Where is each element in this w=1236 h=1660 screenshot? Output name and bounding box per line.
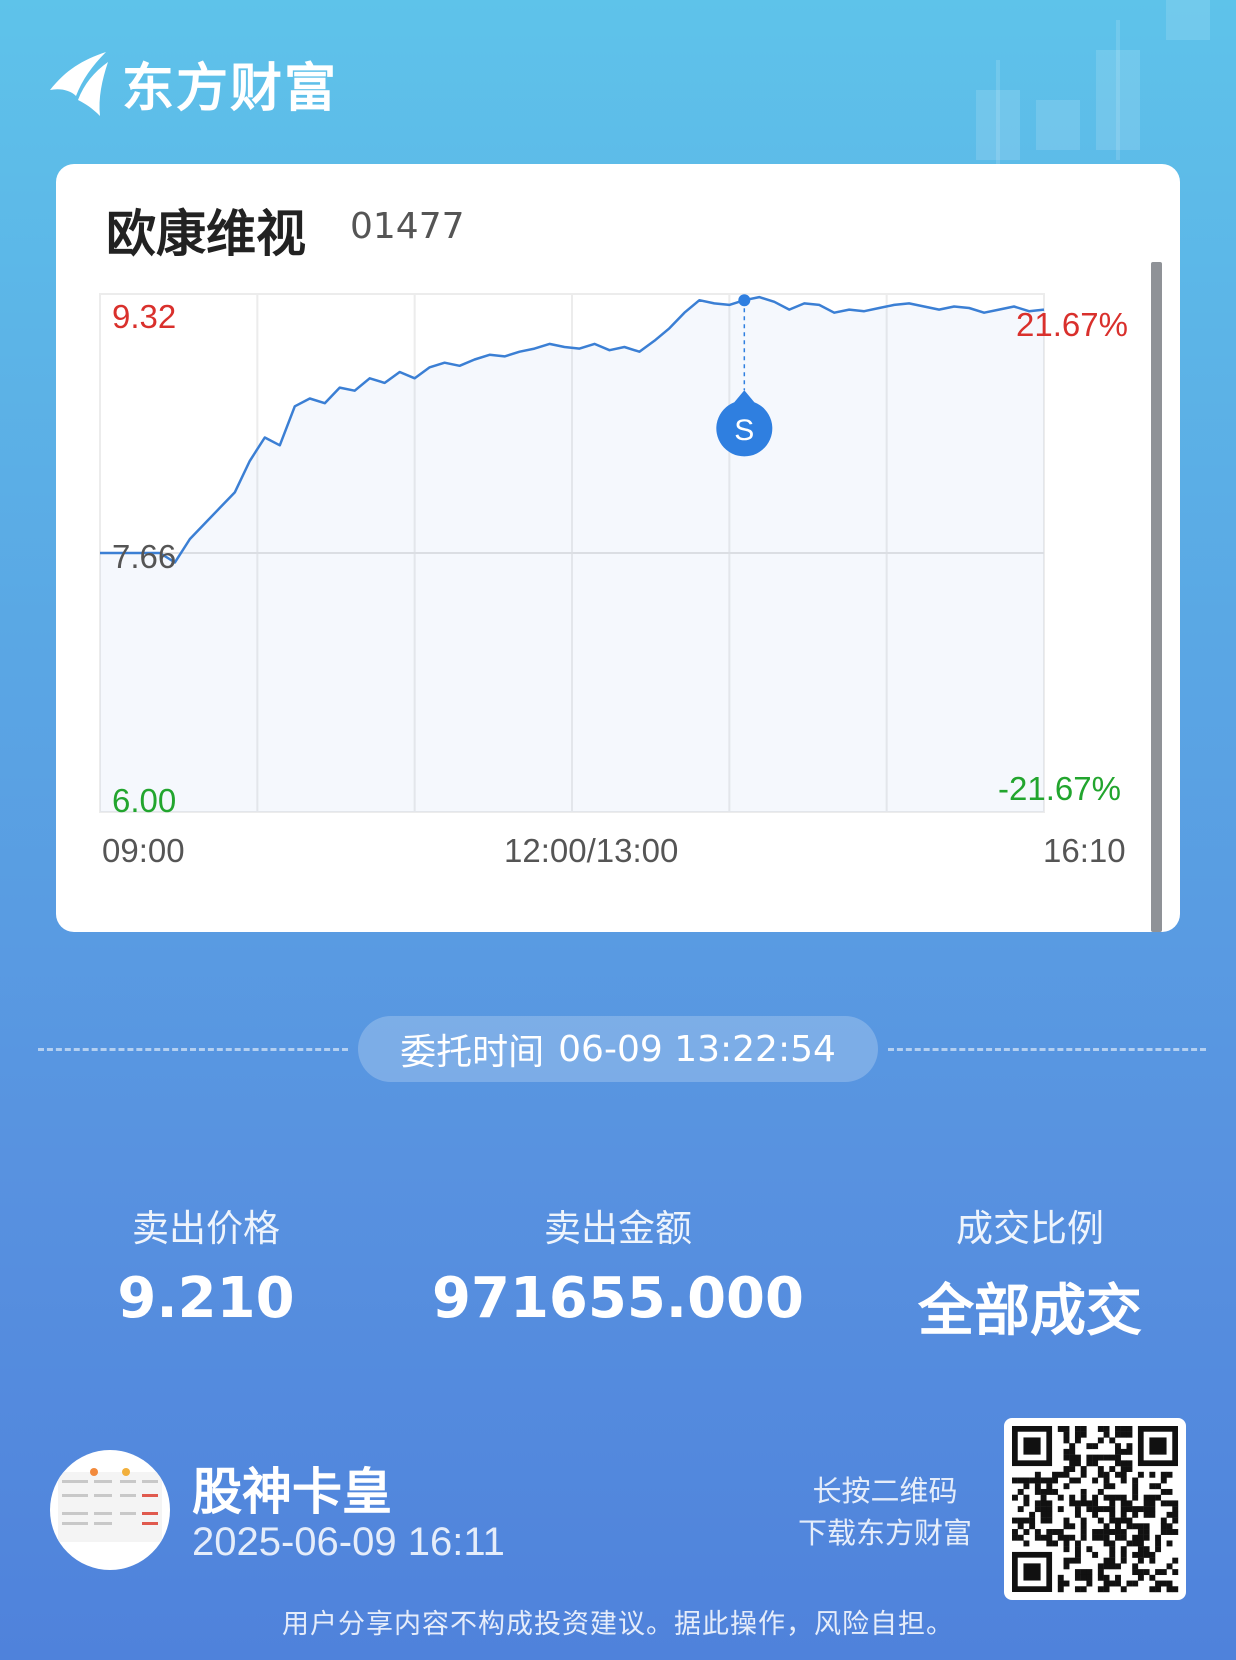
pct-max-label: 21.67% [1016,306,1128,343]
pct-min-label: -21.67% [998,770,1121,807]
avatar[interactable] [50,1450,170,1570]
disclaimer: 用户分享内容不构成投资建议。据此操作，风险自担。 [282,1609,954,1640]
order-time-pill: 委托时间 06-09 13:22:54 [358,1016,878,1082]
x-label-open: 09:00 [102,832,185,869]
y-max-label: 9.32 [112,298,177,335]
stat-value: 971655.000 [432,1266,804,1331]
divider-left [38,1048,348,1051]
y-min-label: 6.00 [112,782,177,819]
y-mid-label: 7.66 [112,538,177,575]
qr-hint: 长按二维码 下载东方财富 [760,1470,1010,1554]
sell-marker-label: S [734,414,754,447]
intraday-chart-card: 欧康维视 01477 S 9.32 7.66 6.00 21.67% -21.6… [56,164,1180,932]
qr-code[interactable] [1004,1418,1186,1600]
share-time: 2025-06-09 16:11 [192,1520,505,1564]
stat-value: 全部成交 [918,1279,1142,1344]
intraday-line-chart: S [99,293,1045,813]
divider-right [888,1048,1206,1051]
order-time-label: 委托时间 [400,1032,545,1073]
avatar-thumbnail-icon [58,1468,162,1542]
stat-fill-ratio: 成交比例 全部成交 [840,1198,1220,1347]
order-time-value: 06-09 13:22:54 [558,1028,836,1070]
stat-label: 成交比例 [956,1207,1104,1250]
stat-sell-amount: 卖出金额 971655.000 [428,1198,808,1331]
stat-label: 卖出金额 [544,1207,692,1250]
qr-hint-line2: 下载东方财富 [797,1516,972,1550]
qr-code-icon [1012,1426,1179,1593]
x-label-midday: 12:00/13:00 [504,832,679,869]
stat-value: 9.210 [117,1266,295,1331]
candlestick-decoration [976,0,1210,170]
brand-name: 东方财富 [122,59,339,119]
brand-logo-icon [50,51,108,116]
price-area [100,297,1044,813]
qr-hint-line1: 长按二维码 [812,1474,958,1508]
brand-logo: 东方财富 [48,46,338,121]
stat-label: 卖出价格 [132,1207,280,1250]
user-name: 股神卡皇 [192,1463,392,1521]
chart-scrollbar[interactable] [1151,262,1162,932]
x-label-close: 16:10 [1043,832,1126,869]
stat-sell-price: 卖出价格 9.210 [16,1198,396,1331]
